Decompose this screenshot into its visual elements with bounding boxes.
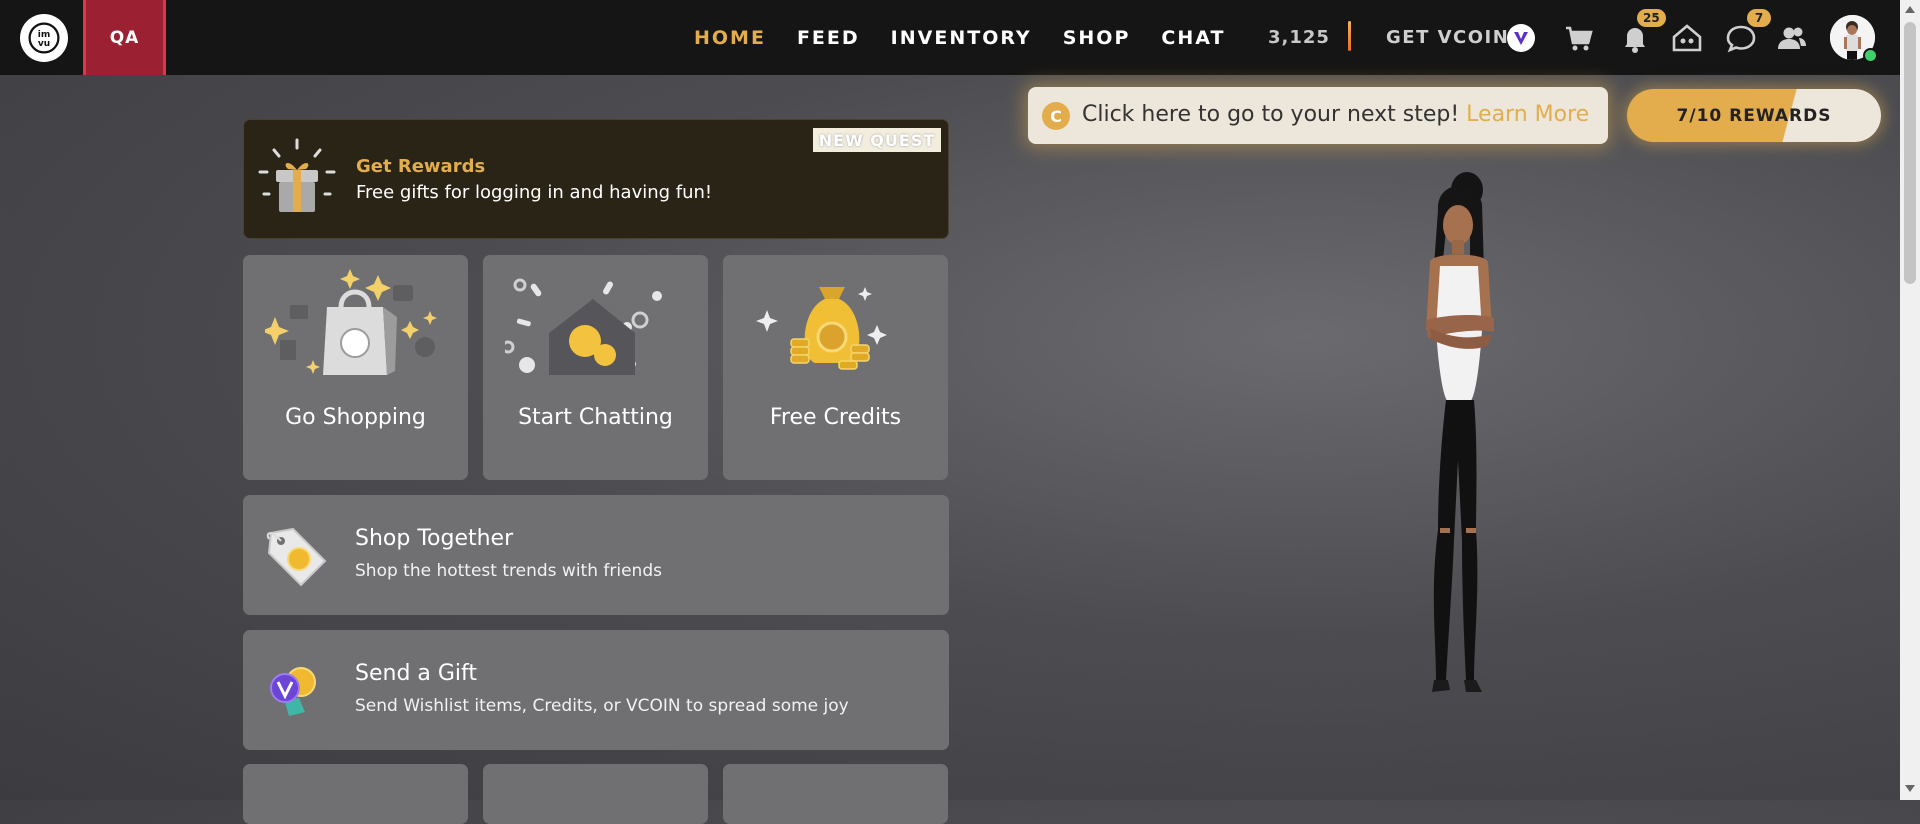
row-title: Send a Gift <box>355 661 478 686</box>
svg-text:vu: vu <box>38 39 50 49</box>
new-quest-badge: NEW QUEST <box>813 128 941 152</box>
scroll-down-arrow-icon[interactable] <box>1905 785 1915 792</box>
next-step-tip[interactable]: C Click here to go to your next step! Le… <box>1028 87 1608 144</box>
main-nav: HOME FEED INVENTORY SHOP CHAT <box>694 0 1225 75</box>
credits-balance[interactable]: 3,125 <box>1268 27 1330 48</box>
rewards-progress-button[interactable]: 7/10 REWARDS <box>1627 89 1881 142</box>
get-rewards-quest-card[interactable]: Get Rewards Free gifts for logging in an… <box>243 119 949 239</box>
online-status-dot <box>1863 48 1878 63</box>
send-a-gift-card[interactable]: Send a Gift Send Wishlist items, Credits… <box>243 630 949 750</box>
chat-bubble-icon[interactable]: 7 <box>1725 9 1771 54</box>
bottom-tile-3[interactable] <box>723 764 948 824</box>
tip-text-wrap: Click here to go to your next step! Lear… <box>1082 102 1589 127</box>
nav-chat[interactable]: CHAT <box>1161 27 1225 49</box>
tile-label: Go Shopping <box>285 405 426 430</box>
vcoin-icon[interactable] <box>1507 24 1535 52</box>
start-chatting-tile[interactable]: Start Chatting <box>483 255 708 480</box>
row-subtitle: Send Wishlist items, Credits, or VCOIN t… <box>355 696 849 716</box>
scroll-up-arrow-icon[interactable] <box>1905 6 1915 13</box>
imvu-logo-icon[interactable]: im vu <box>20 14 68 62</box>
rewards-label: 7/10 REWARDS <box>1676 105 1832 126</box>
env-label: QA <box>83 0 166 75</box>
learn-more-link[interactable]: Learn More <box>1466 102 1589 127</box>
money-bag-icon <box>745 265 925 390</box>
get-vcoin-link[interactable]: GET VCOIN <box>1386 27 1509 48</box>
avatar-3d-figure[interactable] <box>1370 170 1530 695</box>
go-shopping-tile[interactable]: Go Shopping <box>243 255 468 480</box>
quest-subtitle: Free gifts for logging in and having fun… <box>356 182 713 203</box>
notifications-badge: 25 <box>1637 9 1666 27</box>
nav-feed[interactable]: FEED <box>797 27 860 49</box>
shopping-bag-icon <box>261 265 445 390</box>
quest-title: Get Rewards <box>356 156 486 177</box>
tile-label: Free Credits <box>769 405 902 430</box>
free-credits-tile[interactable]: Free Credits <box>723 255 948 480</box>
gift-box-icon <box>254 136 340 222</box>
bottom-tile-2[interactable] <box>483 764 708 824</box>
bell-icon[interactable]: 25 <box>1619 9 1666 54</box>
friends-icon[interactable] <box>1776 22 1808 54</box>
nav-inventory[interactable]: INVENTORY <box>891 27 1032 49</box>
scrollbar-thumb[interactable] <box>1904 22 1916 284</box>
price-tag-icon <box>263 523 331 591</box>
row-title: Shop Together <box>355 526 514 551</box>
credits-divider <box>1348 21 1351 51</box>
home-icon[interactable] <box>1671 22 1703 54</box>
row-subtitle: Shop the hottest trends with friends <box>355 561 662 581</box>
messages-badge: 7 <box>1747 9 1771 27</box>
nav-home[interactable]: HOME <box>694 27 766 49</box>
top-nav-bar: im vu QA HOME FEED INVENTORY SHOP CHAT 3… <box>0 0 1900 75</box>
page-scrollbar[interactable] <box>1900 0 1920 800</box>
shop-together-card[interactable]: Shop Together Shop the hottest trends wi… <box>243 495 949 615</box>
gift-coins-icon <box>263 658 331 726</box>
chat-house-icon <box>501 265 685 390</box>
tip-text: Click here to go to your next step! <box>1082 102 1460 127</box>
credit-coin-icon: C <box>1042 102 1070 130</box>
nav-shop[interactable]: SHOP <box>1063 27 1131 49</box>
bottom-tile-1[interactable] <box>243 764 468 824</box>
tile-label: Start Chatting <box>518 405 673 430</box>
cart-icon[interactable] <box>1563 22 1595 54</box>
